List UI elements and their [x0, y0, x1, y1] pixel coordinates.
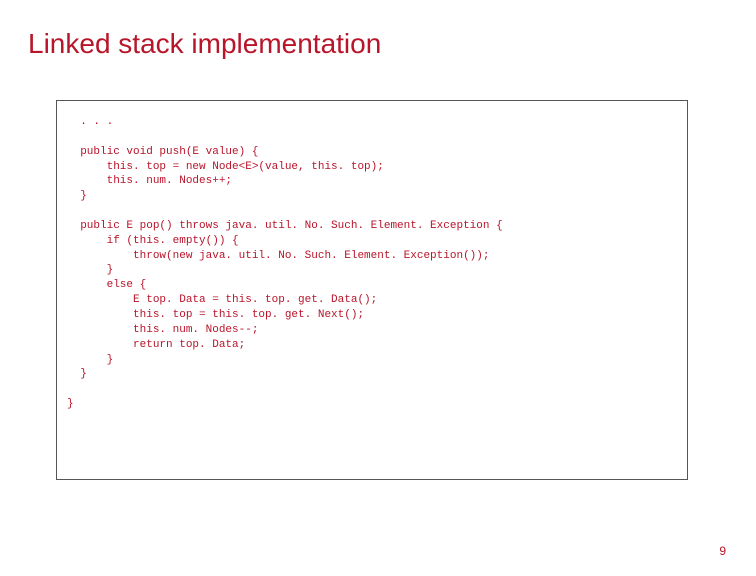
page-number: 9	[719, 544, 726, 558]
slide-title: Linked stack implementation	[28, 28, 728, 60]
code-box: . . . public void push(E value) { this. …	[56, 100, 688, 480]
code-block: . . . public void push(E value) { this. …	[67, 115, 677, 412]
slide: Linked stack implementation . . . public…	[0, 0, 756, 576]
